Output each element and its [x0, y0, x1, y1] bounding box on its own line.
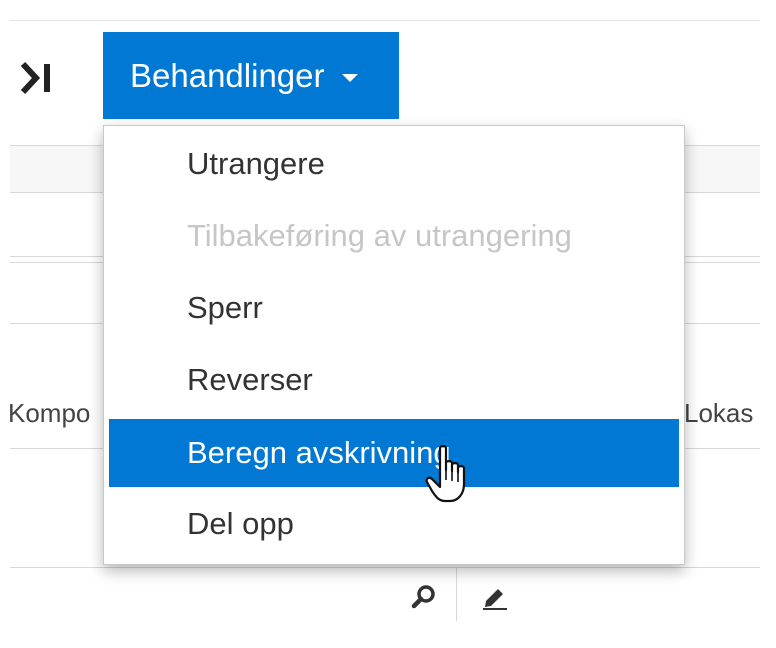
search-icon[interactable] [411, 584, 437, 610]
top-divider [10, 20, 760, 21]
menu-item-del-opp[interactable]: Del opp [109, 490, 679, 558]
grid-column-divider [456, 567, 457, 621]
collapse-pane-icon[interactable] [18, 58, 58, 98]
caret-down-icon [341, 73, 358, 82]
behandlinger-dropdown-menu: Utrangere Tilbakeføring av utrangering S… [103, 125, 685, 565]
behandlinger-menu-button[interactable]: Behandlinger [103, 32, 399, 119]
menu-button-label: Behandlinger [130, 56, 325, 94]
menu-item-sperr[interactable]: Sperr [109, 274, 679, 342]
menu-item-tilbakeforing-av-utrangering: Tilbakeføring av utrangering [187, 218, 572, 253]
hand-pointer-cursor-icon [425, 445, 466, 503]
menu-item-reverser[interactable]: Reverser [109, 346, 679, 414]
edit-pencil-icon[interactable] [480, 584, 510, 610]
grid-line [10, 567, 760, 568]
menu-item-beregn-avskrivning[interactable]: Beregn avskrivning [109, 419, 679, 487]
column-header-komponent[interactable]: Kompo [8, 398, 103, 429]
column-header-lokasjon[interactable]: Lokas [684, 398, 760, 429]
menu-item-utrangere[interactable]: Utrangere [109, 130, 679, 198]
